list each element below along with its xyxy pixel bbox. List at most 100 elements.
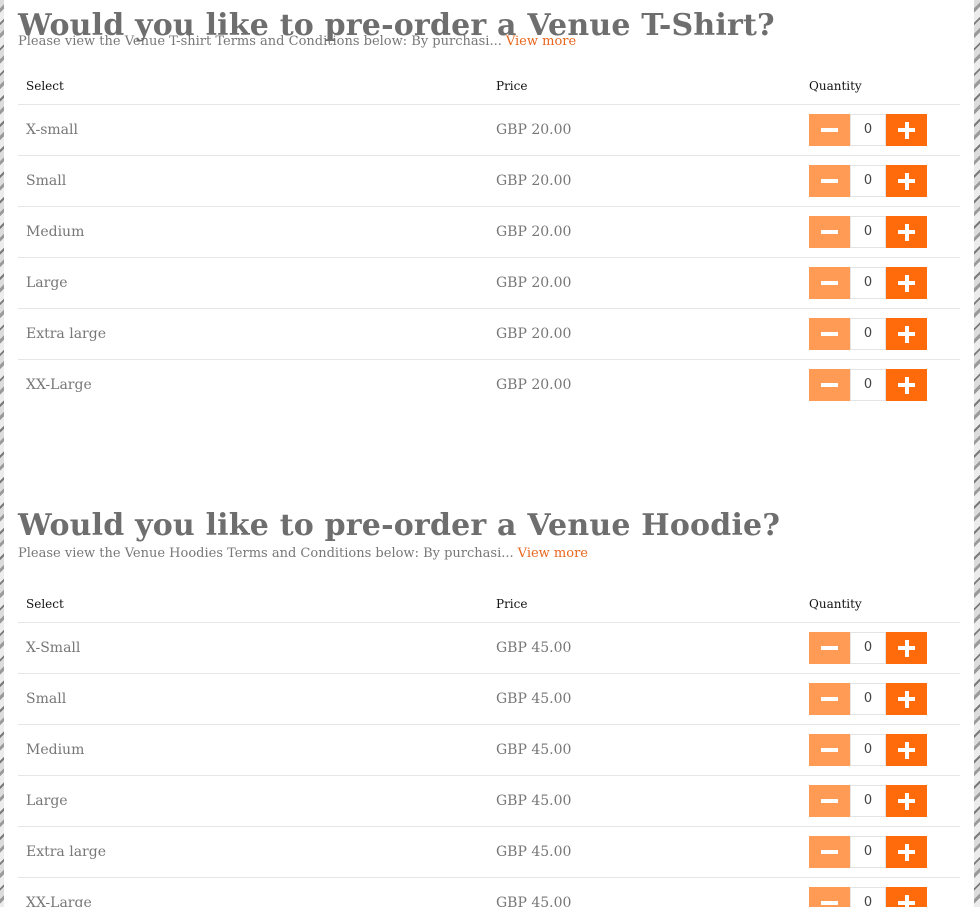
quantity-input[interactable]: 0: [850, 785, 886, 817]
quantity-input[interactable]: 0: [850, 318, 886, 350]
minus-icon: [821, 850, 838, 854]
minus-icon: [821, 281, 838, 285]
quantity-input[interactable]: 0: [850, 216, 886, 248]
quantity-input[interactable]: 0: [850, 734, 886, 766]
product-table: Select Price Quantity X-Small GBP 45.00 0 Smal…: [18, 586, 960, 907]
plus-icon: [898, 325, 915, 343]
quantity-input[interactable]: 0: [850, 683, 886, 715]
size-label: Medium: [18, 724, 488, 776]
decrease-quantity-button[interactable]: [809, 887, 850, 907]
quantity-stepper: 0: [809, 887, 960, 907]
view-more-link[interactable]: View more: [518, 546, 588, 561]
quantity-input[interactable]: 0: [850, 836, 886, 868]
header-select: Select: [18, 68, 488, 105]
quantity-stepper: 0: [809, 683, 960, 715]
size-label: Large: [18, 257, 488, 309]
price-value: GBP 45.00: [488, 775, 801, 827]
header-quantity: Quantity: [801, 68, 960, 105]
header-price: Price: [488, 586, 801, 623]
table-row: Extra large GBP 20.00 0: [18, 308, 960, 360]
decrease-quantity-button[interactable]: [809, 114, 850, 146]
size-label: Extra large: [18, 308, 488, 360]
table-row: Large GBP 20.00 0: [18, 257, 960, 309]
header-price: Price: [488, 68, 801, 105]
decrease-quantity-button[interactable]: [809, 267, 850, 299]
table-row: Small GBP 20.00 0: [18, 155, 960, 207]
table-header-row: Select Price Quantity: [18, 586, 960, 623]
decrease-quantity-button[interactable]: [809, 216, 850, 248]
price-value: GBP 20.00: [488, 257, 801, 309]
quantity-stepper: 0: [809, 836, 960, 868]
table-row: X-small GBP 20.00 0: [18, 104, 960, 156]
table-row: Large GBP 45.00 0: [18, 775, 960, 827]
minus-icon: [821, 230, 838, 234]
decrease-quantity-button[interactable]: [809, 632, 850, 664]
price-value: GBP 20.00: [488, 155, 801, 207]
minus-icon: [821, 332, 838, 336]
plus-icon: [898, 223, 915, 241]
quantity-cell: 0: [801, 775, 960, 827]
plus-icon: [898, 741, 915, 759]
plus-icon: [898, 894, 915, 907]
increase-quantity-button[interactable]: [886, 216, 927, 248]
plus-icon: [898, 690, 915, 708]
quantity-cell: 0: [801, 622, 960, 674]
quantity-input[interactable]: 0: [850, 369, 886, 401]
size-label: XX-Large: [26, 377, 92, 393]
table-row: XX-Large GBP 20.00 0: [18, 360, 960, 411]
section-title: Would you like to pre-order a Venue Hood…: [18, 508, 781, 543]
increase-quantity-button[interactable]: [886, 734, 927, 766]
increase-quantity-button[interactable]: [886, 887, 927, 907]
background-right: [974, 0, 980, 907]
quantity-stepper: 0: [809, 734, 960, 766]
product-table: Select Price Quantity X-small GBP 20.00 0 Smal…: [18, 68, 960, 410]
price-value: GBP 20.00: [488, 104, 801, 156]
increase-quantity-button[interactable]: [886, 683, 927, 715]
decrease-quantity-button[interactable]: [809, 318, 850, 350]
quantity-cell: 0: [801, 724, 960, 776]
minus-icon: [821, 646, 838, 650]
minus-icon: [821, 383, 838, 387]
decrease-quantity-button[interactable]: [809, 836, 850, 868]
quantity-input[interactable]: 0: [850, 165, 886, 197]
minus-icon: [821, 748, 838, 752]
quantity-cell: 0: [801, 360, 960, 411]
decrease-quantity-button[interactable]: [809, 734, 850, 766]
size-label: Medium: [18, 206, 488, 258]
price-value: GBP 45.00: [488, 673, 801, 725]
increase-quantity-button[interactable]: [886, 836, 927, 868]
decrease-quantity-button[interactable]: [809, 369, 850, 401]
increase-quantity-button[interactable]: [886, 369, 927, 401]
increase-quantity-button[interactable]: [886, 165, 927, 197]
decrease-quantity-button[interactable]: [809, 683, 850, 715]
quantity-cell: 0: [801, 104, 960, 156]
plus-icon: [898, 639, 915, 657]
minus-icon: [821, 799, 838, 803]
size-label: Large: [18, 775, 488, 827]
quantity-stepper: 0: [809, 632, 960, 664]
size-label: Small: [18, 673, 488, 725]
quantity-input[interactable]: 0: [850, 632, 886, 664]
quantity-input[interactable]: 0: [850, 887, 886, 907]
increase-quantity-button[interactable]: [886, 785, 927, 817]
minus-icon: [821, 128, 838, 132]
increase-quantity-button[interactable]: [886, 114, 927, 146]
plus-icon: [898, 792, 915, 810]
decrease-quantity-button[interactable]: [809, 165, 850, 197]
quantity-stepper: 0: [809, 114, 960, 146]
quantity-cell: 0: [801, 206, 960, 258]
plus-icon: [898, 376, 915, 394]
increase-quantity-button[interactable]: [886, 267, 927, 299]
minus-icon: [821, 179, 838, 183]
header-select: Select: [18, 586, 488, 623]
preorder-panel: Would you like to pre-order a Venue T-Sh…: [4, 0, 974, 907]
increase-quantity-button[interactable]: [886, 632, 927, 664]
table-row: Medium GBP 20.00 0: [18, 206, 960, 258]
size-label: Small: [18, 155, 488, 207]
quantity-input[interactable]: 0: [850, 114, 886, 146]
price-value: GBP 45.00: [488, 622, 801, 674]
quantity-input[interactable]: 0: [850, 267, 886, 299]
quantity-cell: 0: [801, 155, 960, 207]
decrease-quantity-button[interactable]: [809, 785, 850, 817]
increase-quantity-button[interactable]: [886, 318, 927, 350]
